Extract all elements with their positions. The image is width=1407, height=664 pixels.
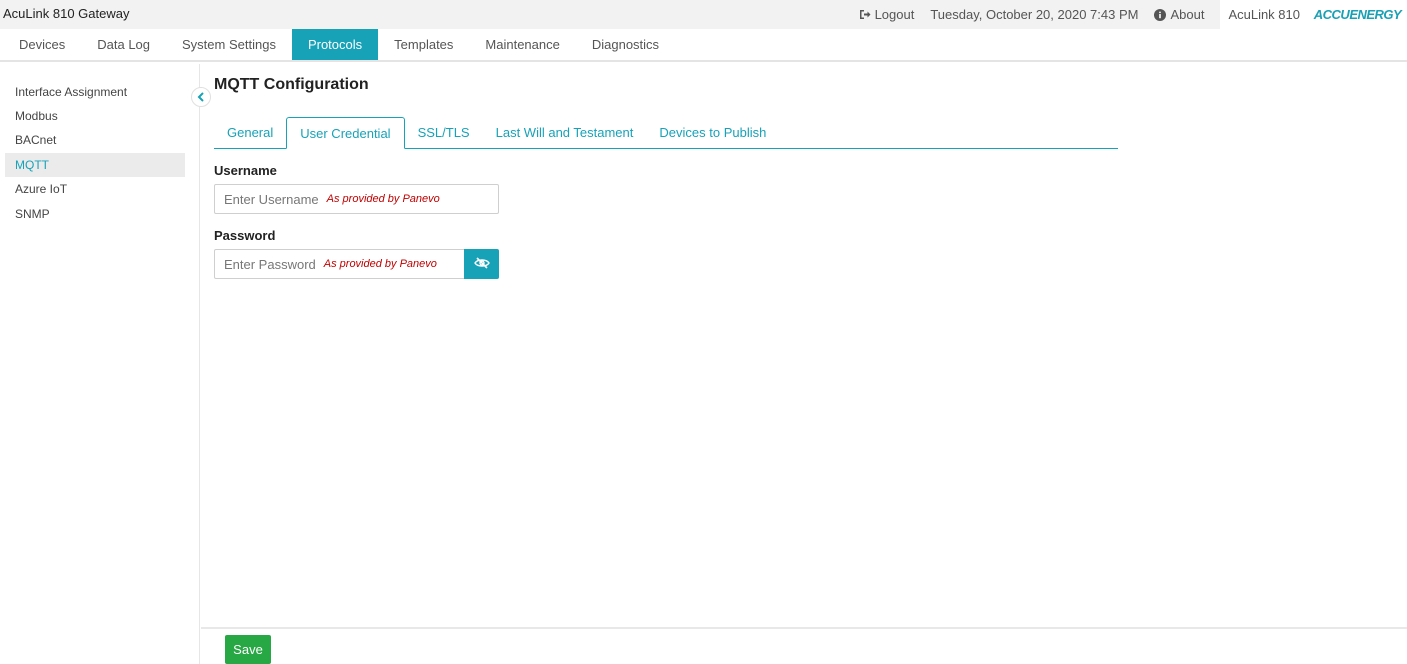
logout-label: Logout — [874, 7, 915, 22]
tab-general[interactable]: General — [214, 117, 286, 148]
config-tabs: General User Credential SSL/TLS Last Wil… — [214, 117, 1118, 149]
sidebar-item-bacnet[interactable]: BACnet — [5, 128, 185, 152]
sidebar-item-azure-iot[interactable]: Azure IoT — [5, 177, 185, 201]
brand-logo-text: ACCUENERGY — [1313, 7, 1402, 22]
sidebar-collapse-button[interactable] — [191, 87, 211, 107]
tab-devices-to-publish[interactable]: Devices to Publish — [646, 117, 779, 148]
password-hint: As provided by Panevo — [323, 258, 437, 270]
tab-user-credential[interactable]: User Credential — [286, 117, 405, 149]
save-button[interactable]: Save — [225, 635, 271, 664]
eye-slash-icon — [473, 256, 490, 272]
app-title: AcuLink 810 Gateway — [3, 6, 130, 21]
about-link[interactable]: About — [1154, 7, 1204, 22]
username-hint: As provided by Panevo — [326, 193, 440, 205]
nav-tab-templates[interactable]: Templates — [378, 29, 469, 60]
top-header: AcuLink 810 Gateway Logout Tuesday, Octo… — [0, 0, 1407, 29]
sidebar-item-interface-assignment[interactable]: Interface Assignment — [5, 80, 185, 104]
tab-ssl-tls[interactable]: SSL/TLS — [405, 117, 483, 148]
nav-tab-protocols[interactable]: Protocols — [291, 29, 379, 60]
nav-tab-devices[interactable]: Devices — [3, 29, 81, 60]
about-label: About — [1170, 7, 1205, 22]
device-name: AcuLink 810 — [1220, 0, 1308, 29]
nav-tab-maintenance[interactable]: Maintenance — [469, 29, 575, 60]
sidebar-item-snmp[interactable]: SNMP — [5, 202, 185, 226]
toggle-password-visibility-button[interactable] — [464, 249, 499, 279]
brand-logo: ACCUENERGY — [1308, 0, 1407, 29]
username-label: Username — [214, 163, 277, 178]
logout-link[interactable]: Logout — [859, 7, 915, 22]
sidebar-item-mqtt[interactable]: MQTT — [5, 153, 185, 177]
sidebar: Interface Assignment Modbus BACnet MQTT … — [0, 64, 200, 664]
nav-tab-system-settings[interactable]: System Settings — [166, 29, 292, 60]
username-placeholder: Enter Username — [224, 191, 319, 207]
sign-out-icon — [859, 9, 871, 20]
tab-last-will-and-testament[interactable]: Last Will and Testament — [483, 117, 647, 148]
info-circle-icon — [1154, 8, 1167, 21]
sidebar-item-modbus[interactable]: Modbus — [5, 104, 185, 128]
password-label: Password — [214, 228, 276, 243]
main-nav: Devices Data Log System Settings Protoco… — [0, 29, 1407, 62]
current-datetime: Tuesday, October 20, 2020 7:43 PM — [930, 7, 1139, 22]
password-field[interactable]: Enter Password As provided by Panevo — [214, 249, 465, 279]
chevron-left-icon — [197, 90, 205, 105]
footer-bar: Save — [201, 627, 1407, 664]
password-placeholder: Enter Password — [224, 256, 316, 272]
header-right: Logout Tuesday, October 20, 2020 7:43 PM… — [859, 0, 1407, 29]
nav-tab-diagnostics[interactable]: Diagnostics — [576, 29, 675, 60]
nav-tab-data-log[interactable]: Data Log — [81, 29, 166, 60]
username-field[interactable]: Enter Username As provided by Panevo — [214, 184, 499, 214]
page-title: MQTT Configuration — [214, 76, 369, 93]
